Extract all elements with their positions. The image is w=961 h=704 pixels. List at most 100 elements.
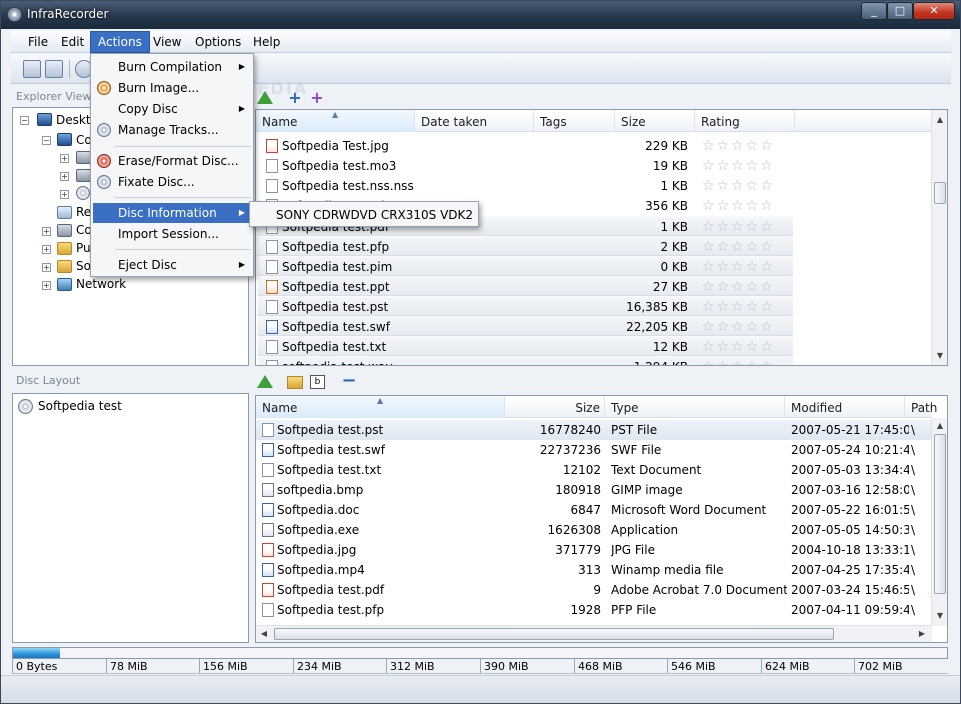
new-folder-icon[interactable] xyxy=(287,376,303,389)
tree-expander[interactable]: − xyxy=(42,136,51,145)
column-path[interactable]: Path xyxy=(905,396,945,418)
tree-expander[interactable]: + xyxy=(42,263,51,272)
column-rating[interactable]: Rating xyxy=(695,110,795,132)
tree-expander[interactable]: + xyxy=(42,227,51,236)
menu-item-fixate-disc[interactable]: Fixate Disc... xyxy=(93,172,251,192)
tree-expander[interactable]: + xyxy=(60,154,69,163)
tree-item-network[interactable]: Network xyxy=(76,275,126,293)
tree-expander[interactable]: + xyxy=(42,245,51,254)
rename-icon[interactable]: b xyxy=(310,375,325,389)
menu-edit[interactable]: Edit xyxy=(54,31,91,53)
rating-stars[interactable]: ☆☆☆☆☆ xyxy=(702,156,775,176)
table-row[interactable]: Softpedia test.txt 12102 Text Document 2007… xyxy=(256,460,931,480)
rating-stars[interactable]: ☆☆☆☆☆ xyxy=(702,357,775,365)
table-row[interactable]: Softpedia test.swf 22,205 KB ☆☆☆☆☆ xyxy=(258,316,793,336)
column-tags[interactable]: Tags xyxy=(534,110,615,132)
up-folder-icon[interactable] xyxy=(257,375,273,388)
add-all-icon[interactable]: + xyxy=(309,90,325,106)
menu-item-import-session[interactable]: Import Session... xyxy=(93,224,251,244)
tree-expander[interactable]: + xyxy=(60,172,69,181)
rating-stars[interactable]: ☆☆☆☆☆ xyxy=(702,277,775,297)
scroll-thumb[interactable] xyxy=(274,628,834,640)
table-row[interactable]: softpedia.bmp 180918 GIMP image 2007-03-16 … xyxy=(256,480,931,500)
tree-expander[interactable]: + xyxy=(42,281,51,290)
rating-stars[interactable]: ☆☆☆☆☆ xyxy=(702,257,775,277)
table-row[interactable]: Softpedia test.pfp 2 KB ☆☆☆☆☆ xyxy=(258,236,793,256)
table-row[interactable]: Softpedia test.nss.nss 1 KB ☆☆☆☆☆ xyxy=(258,176,793,196)
up-folder-icon[interactable] xyxy=(257,91,273,104)
menu-options[interactable]: Options xyxy=(188,31,248,53)
scroll-down-arrow[interactable]: ▼ xyxy=(932,348,947,364)
table-row[interactable]: Softpedia test.swf 22737236 SWF File 2007-0… xyxy=(256,440,931,460)
table-row[interactable]: Softpedia.exe 1626308 Application 2007-05-0… xyxy=(256,520,931,540)
column-date-taken[interactable]: Date taken xyxy=(415,110,534,132)
disc-root-item[interactable]: Softpedia test xyxy=(38,397,122,415)
table-row[interactable]: softpedia test.wav 1,294 KB ☆☆☆☆☆ xyxy=(258,356,793,365)
drive-icon xyxy=(76,169,91,182)
title-bar[interactable]: InfraRecorder _ □ ✕ xyxy=(1,1,960,29)
table-row[interactable]: Softpedia test.pst 16778240 PST File 2007-0… xyxy=(256,420,931,440)
disc-vertical-scrollbar[interactable]: ▲ ▼ xyxy=(931,418,947,626)
scroll-right-arrow[interactable]: ▶ xyxy=(914,626,930,642)
scroll-thumb[interactable] xyxy=(934,434,946,594)
menu-item-eject-disc[interactable]: Eject Disc ▶ xyxy=(93,255,251,275)
tree-expander[interactable]: + xyxy=(60,190,69,199)
file-path: \ xyxy=(911,503,916,517)
rating-stars[interactable]: ☆☆☆☆☆ xyxy=(702,237,775,257)
column-size[interactable]: Size xyxy=(615,110,695,132)
add-files-icon[interactable]: + xyxy=(287,90,303,106)
table-row[interactable]: Softpedia test.ppt 27 KB ☆☆☆☆☆ xyxy=(258,276,793,296)
tree-item-public[interactable]: Pu xyxy=(76,239,91,257)
menu-item-copy-disc[interactable]: Copy Disc ▶ xyxy=(93,99,251,119)
menu-actions[interactable]: Actions xyxy=(90,31,150,53)
new-project-icon[interactable] xyxy=(23,60,41,78)
table-row[interactable]: Softpedia test.pdf 9 Adobe Acrobat 7.0 Doc… xyxy=(256,580,931,600)
explorer-file-list[interactable]: Name ▲ Date taken Tags Size Rating Softp… xyxy=(255,109,948,366)
table-row[interactable]: Softpedia test.pfp 1928 PFP File 2007-04-11… xyxy=(256,600,931,620)
close-button[interactable]: ✕ xyxy=(913,2,955,20)
table-row[interactable]: Softpedia.mp4 313 Winamp media file 2007-04… xyxy=(256,560,931,580)
rating-stars[interactable]: ☆☆☆☆☆ xyxy=(702,317,775,337)
rating-stars[interactable]: ☆☆☆☆☆ xyxy=(702,217,775,237)
rating-stars[interactable]: ☆☆☆☆☆ xyxy=(702,337,775,357)
rating-stars[interactable]: ☆☆☆☆☆ xyxy=(702,136,775,156)
rating-stars[interactable]: ☆☆☆☆☆ xyxy=(702,196,775,216)
table-row[interactable]: Softpedia test.txt 12 KB ☆☆☆☆☆ xyxy=(258,336,793,356)
remove-icon[interactable]: − xyxy=(341,372,357,390)
scroll-up-arrow[interactable]: ▲ xyxy=(932,112,947,128)
tree-expander[interactable]: − xyxy=(20,116,29,125)
tree-item-recycle-bin[interactable]: Re xyxy=(76,203,91,221)
open-project-icon[interactable] xyxy=(45,60,63,78)
column-size[interactable]: Size xyxy=(505,396,605,418)
disc-layout-tree[interactable]: Softpedia test xyxy=(12,393,249,643)
minimize-button[interactable]: _ xyxy=(861,2,887,20)
menu-view[interactable]: View xyxy=(146,31,188,53)
scroll-up-arrow[interactable]: ▲ xyxy=(932,418,947,434)
menu-item-erase-format-disc[interactable]: Erase/Format Disc... xyxy=(93,151,251,171)
menu-file[interactable]: File xyxy=(21,31,55,53)
rating-stars[interactable]: ☆☆☆☆☆ xyxy=(702,297,775,317)
table-row[interactable]: Softpedia.jpg 371779 JPG File 2004-10-18 13… xyxy=(256,540,931,560)
column-type[interactable]: Type xyxy=(605,396,785,418)
table-row[interactable]: Softpedia Test.jpg 229 KB ☆☆☆☆☆ xyxy=(258,136,793,156)
table-row[interactable]: Softpedia test.pim 0 KB ☆☆☆☆☆ xyxy=(258,256,793,276)
disc-file-list[interactable]: Name ▲ Size Type Modified Path Softpedia… xyxy=(255,395,948,643)
column-modified[interactable]: Modified xyxy=(785,396,905,418)
menu-item-burn-compilation[interactable]: Burn Compilation ▶ xyxy=(93,57,251,77)
menu-item-disc-information[interactable]: Disc Information ▶ xyxy=(93,203,251,223)
table-row[interactable]: Softpedia.doc 6847 Microsoft Word Document… xyxy=(256,500,931,520)
rating-stars[interactable]: ☆☆☆☆☆ xyxy=(702,176,775,196)
menu-help[interactable]: Help xyxy=(246,31,287,53)
menu-item-manage-tracks[interactable]: Manage Tracks... xyxy=(93,120,251,140)
menu-item-burn-image[interactable]: Burn Image... xyxy=(93,78,251,98)
maximize-button[interactable]: □ xyxy=(887,2,913,20)
table-row[interactable]: Softpedia test.pst 16,385 KB ☆☆☆☆☆ xyxy=(258,296,793,316)
scroll-down-arrow[interactable]: ▼ xyxy=(932,608,947,624)
explorer-vertical-scrollbar[interactable]: ▲ ▼ xyxy=(931,110,947,365)
tree-item-softpedia[interactable]: So xyxy=(76,257,91,275)
table-row[interactable]: Softpedia test.mo3 19 KB ☆☆☆☆☆ xyxy=(258,156,793,176)
submenu-item-drive[interactable]: SONY CDRWDVD CRX310S VDK2 xyxy=(276,205,473,225)
disc-horizontal-scrollbar[interactable]: ◀ ▶ xyxy=(256,625,932,642)
scroll-thumb[interactable] xyxy=(934,182,946,204)
scroll-left-arrow[interactable]: ◀ xyxy=(256,626,272,642)
